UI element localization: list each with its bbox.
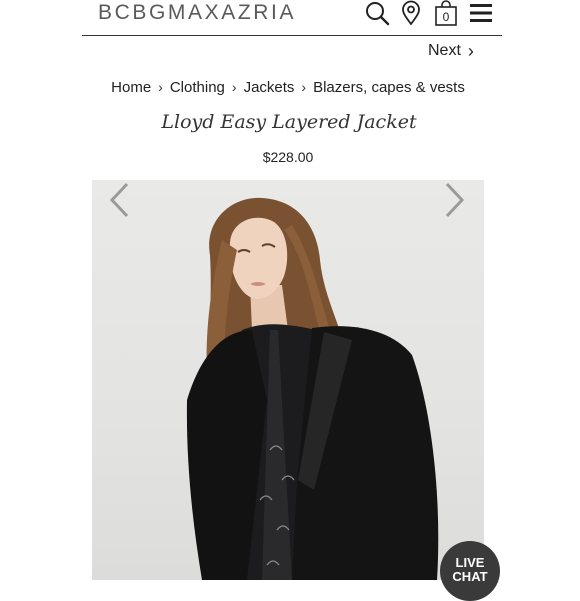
- product-price: $228.00: [262, 149, 314, 165]
- menu-icon[interactable]: [468, 0, 494, 26]
- live-chat-button[interactable]: LIVE CHAT: [440, 541, 500, 601]
- breadcrumb-item-clothing[interactable]: Clothing: [170, 79, 225, 96]
- breadcrumb-separator: ›: [301, 79, 307, 95]
- live-chat-label-1: LIVE: [455, 555, 485, 570]
- chevron-right-icon: ›: [467, 41, 474, 61]
- breadcrumb-item-home[interactable]: Home: [111, 79, 151, 96]
- live-chat-label-2: CHAT: [452, 569, 488, 584]
- header-divider: [82, 35, 502, 36]
- location-pin-icon[interactable]: [398, 0, 424, 26]
- shopping-bag-icon[interactable]: 0: [432, 0, 460, 26]
- search-icon[interactable]: [364, 0, 390, 26]
- breadcrumb: Home › Clothing › Jackets › Blazers, capes & v…: [0, 79, 576, 96]
- product-title: Lloyd Easy Layered Jacket: [161, 111, 417, 133]
- breadcrumb-item-jackets[interactable]: Jackets: [244, 79, 295, 96]
- chevron-left-icon[interactable]: [106, 180, 132, 220]
- model-photo: [186, 197, 439, 580]
- breadcrumb-separator: ›: [158, 79, 163, 95]
- brand-logo[interactable]: BCBGMAXAZRIA: [98, 0, 296, 26]
- chevron-right-icon[interactable]: [442, 180, 468, 220]
- breadcrumb-item-blazers[interactable]: Blazers, capes & vests: [313, 79, 465, 96]
- product-image[interactable]: [92, 180, 484, 580]
- cart-count: 0: [443, 10, 450, 24]
- site-header: BCBGMAXAZRIA 0: [0, 0, 580, 36]
- next-product-link[interactable]: Next ›: [428, 42, 474, 60]
- breadcrumb-separator: ›: [231, 79, 237, 95]
- next-label: Next: [428, 42, 461, 59]
